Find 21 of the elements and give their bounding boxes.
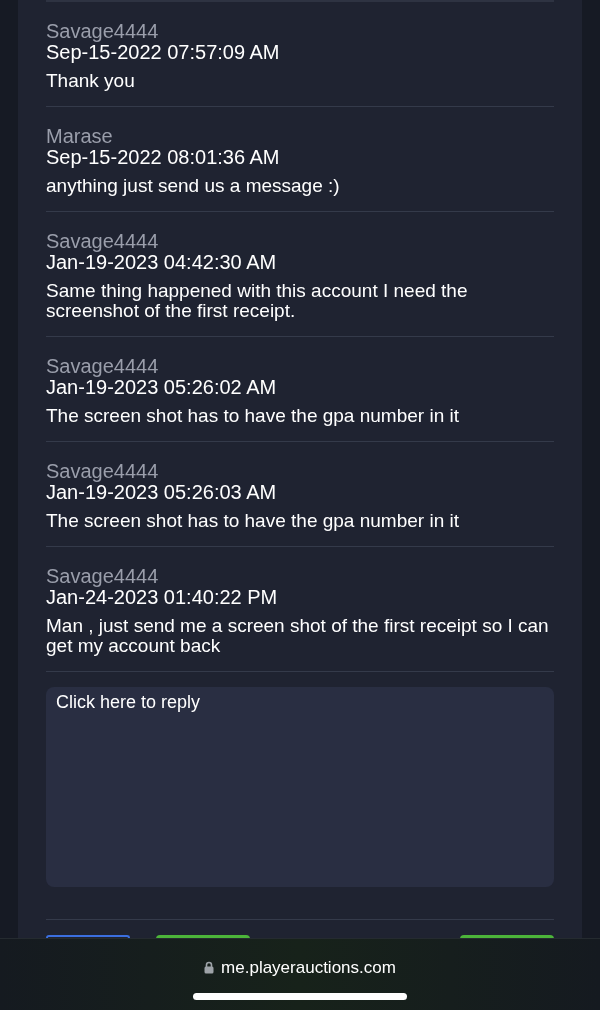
message-text: The screen shot has to have the gpa number in it (46, 511, 460, 531)
message-time: Sep-15-2022 07:57:09 AM (46, 41, 281, 63)
message-text: Man , just send me a screen shot of the first receipt so I can get my account back (46, 616, 550, 656)
reply-field[interactable]: Click here to reply (46, 687, 554, 887)
message-text: Same thing happened with this account I need the screenshot of the first receipt. (46, 281, 469, 321)
message-author: Savage4444 (46, 461, 160, 481)
message-text: Thank you (46, 71, 136, 91)
message-author: Marase (46, 126, 114, 146)
message-time: Jan-19-2023 04:42:30 AM (46, 251, 278, 273)
message-time: Jan-24-2023 01:40:22 PM (46, 586, 279, 608)
message-text: The screen shot has to have the gpa number in it (46, 406, 460, 426)
message-time: Jan-19-2023 05:26:02 AM (46, 376, 278, 398)
message-author: Savage4444 (46, 356, 160, 376)
message-text: anything just send us a message :) (46, 176, 341, 196)
message-time: Sep-15-2022 08:01:36 AM (46, 146, 281, 168)
message-author: Savage4444 (46, 566, 160, 586)
url-text[interactable]: me.playerauctions.com (221, 955, 396, 981)
message-time: Jan-19-2023 05:26:03 AM (46, 481, 278, 503)
message-author: Savage4444 (46, 21, 160, 41)
lock-icon (204, 961, 215, 975)
message-author: Savage4444 (46, 231, 160, 251)
